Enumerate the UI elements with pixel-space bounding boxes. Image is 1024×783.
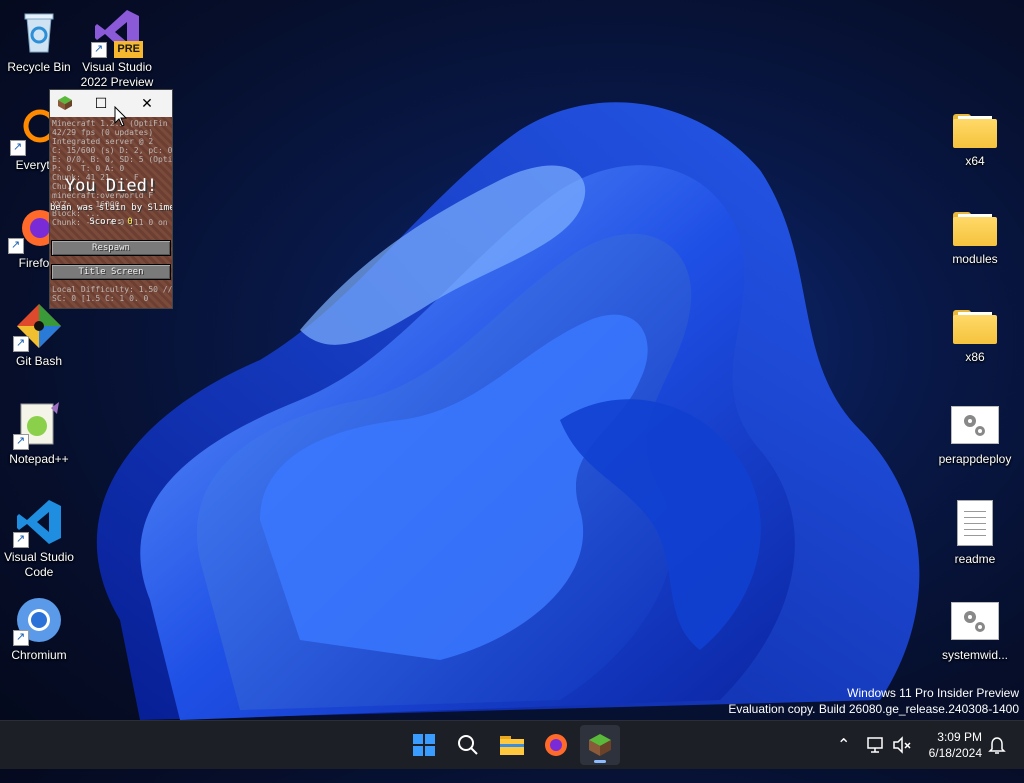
desktop-icon-x86[interactable]: x86 — [933, 302, 1017, 365]
start-button[interactable] — [404, 725, 444, 765]
active-indicator — [594, 760, 606, 763]
text-document-icon — [957, 500, 993, 546]
settings-file-icon — [951, 406, 999, 444]
mouse-cursor-icon — [114, 106, 128, 127]
file-explorer-icon — [500, 736, 524, 755]
shortcut-arrow-icon — [91, 42, 107, 58]
desktop-icon-notepad-plus-plus[interactable]: Notepad++ — [0, 400, 81, 467]
debug-line: E: 0/0, B: 0, SD: 5 (OptiF — [52, 155, 173, 164]
shortcut-arrow-icon — [8, 238, 24, 254]
search-icon — [458, 735, 478, 755]
desktop-icon-label: Notepad++ — [9, 452, 69, 466]
debug-line: SC: 0 [1.5 C: 1 0. 0 — [52, 294, 149, 303]
notifications-button[interactable] — [987, 735, 1007, 783]
folder-icon — [953, 310, 997, 344]
firefox-icon — [545, 734, 567, 756]
debug-footer: Local Difficulty: 1.50 // SC: 0 [1.5 C: … — [50, 283, 173, 305]
watermark-line1: Windows 11 Pro Insider Preview — [847, 686, 1019, 700]
death-title: You Died! — [64, 176, 158, 196]
close-button[interactable]: ✕ — [135, 94, 159, 114]
desktop-icon-perappdeploy[interactable]: perappdeploy — [933, 400, 1017, 467]
clock-time: 3:09 PM — [937, 730, 982, 744]
tray-chevron-button[interactable]: ⌃ — [837, 735, 850, 783]
chromium-icon — [13, 596, 63, 646]
git-bash-icon — [13, 302, 63, 352]
desktop-icon-systemwide[interactable]: systemwid... — [933, 596, 1017, 663]
score-text: Score: 0 — [50, 217, 172, 227]
folder-icon — [953, 212, 997, 246]
shortcut-arrow-icon — [13, 532, 29, 548]
debug-line: 42/29 fps (0 updates) — [52, 128, 154, 137]
desktop-icon-visual-studio-preview[interactable]: PRE Visual Studio 2022 Preview — [75, 8, 159, 90]
shortcut-arrow-icon — [10, 140, 26, 156]
recycle-bin-icon — [15, 8, 63, 56]
title-screen-button[interactable]: Title Screen — [51, 264, 171, 280]
desktop-icon-label: Git Bash — [15, 354, 63, 368]
start-icon — [413, 734, 435, 756]
maximize-button[interactable]: ☐ — [89, 94, 113, 114]
debug-line: Integrated server @ 2 — [52, 137, 154, 146]
desktop-icon-label: perappdeploy — [938, 452, 1012, 466]
minecraft-titlebar[interactable]: ☐ ✕ — [50, 90, 172, 117]
network-icon — [867, 737, 883, 753]
desktop-icon-modules[interactable]: modules — [933, 204, 1017, 267]
settings-file-icon — [951, 602, 999, 640]
respawn-button[interactable]: Respawn — [51, 240, 171, 256]
debug-line: C: 15/600 (s) D: 2, pC: 0 — [52, 146, 173, 155]
minecraft-death-screen: Minecraft 1.2.5 (OptiFin 42/29 fps (0 up… — [50, 117, 172, 308]
search-button[interactable] — [448, 725, 488, 765]
clock[interactable]: 3:09 PM 6/18/2024 — [929, 729, 982, 761]
volume-muted-icon — [893, 736, 911, 754]
desktop-icon-label: modules — [952, 252, 998, 266]
firefox-taskbar-button[interactable] — [536, 725, 576, 765]
file-explorer-button[interactable] — [492, 725, 532, 765]
watermark-line2: Evaluation copy. Build 26080.ge_release.… — [728, 702, 1019, 716]
minecraft-app-icon — [58, 96, 72, 110]
taskbar: ⌃ 3:09 PM 6/18/2024 — [0, 720, 1024, 769]
desktop-icon-x64[interactable]: x64 — [933, 106, 1017, 169]
minecraft-window[interactable]: ☐ ✕ Minecraft 1.2.5 (OptiFin 42/29 fps (… — [49, 89, 173, 309]
desktop-icon-git-bash[interactable]: Git Bash — [0, 302, 81, 369]
desktop-icon-label: Recycle Bin — [7, 60, 71, 74]
minecraft-icon — [589, 734, 611, 756]
score-value: 0 — [127, 217, 133, 227]
volume-button[interactable] — [892, 735, 912, 783]
bell-icon — [988, 737, 1006, 754]
desktop-icon-label: readme — [954, 552, 996, 566]
desktop-icon-label: Visual Studio 2022 Preview — [80, 60, 154, 89]
minecraft-taskbar-button[interactable] — [580, 725, 620, 765]
desktop-icon-label: systemwid... — [941, 648, 1008, 662]
desktop-icon-recycle-bin[interactable]: Recycle Bin — [0, 8, 81, 75]
desktop-icon-label: x86 — [965, 350, 985, 364]
debug-line: Minecraft 1.2.5 (OptiFin — [52, 119, 168, 128]
desktop-icon-chromium[interactable]: Chromium — [0, 596, 81, 663]
vscode-icon — [13, 498, 63, 548]
shortcut-arrow-icon — [13, 336, 29, 352]
debug-line: P: 0. T: 0 A: 0 — [52, 164, 125, 173]
desktop-icon-label: Chromium — [11, 648, 67, 662]
desktop-icon-label: x64 — [965, 154, 985, 168]
preview-badge: PRE — [114, 41, 143, 58]
evaluation-watermark: Windows 11 Pro Insider Preview Evaluatio… — [728, 685, 1019, 717]
notepad-plus-plus-icon — [13, 400, 63, 450]
network-button[interactable] — [866, 735, 886, 783]
folder-icon — [953, 114, 997, 148]
clock-date: 6/18/2024 — [928, 746, 982, 760]
shortcut-arrow-icon — [13, 630, 29, 646]
score-label: Score: — [89, 217, 128, 227]
desktop-icon-label: Visual Studio Code — [4, 550, 74, 579]
desktop-icon-vscode[interactable]: Visual Studio Code — [0, 498, 81, 580]
debug-line: Local Difficulty: 1.50 // — [52, 285, 173, 294]
desktop-icon-readme[interactable]: readme — [933, 498, 1017, 567]
shortcut-arrow-icon — [13, 434, 29, 450]
visual-studio-preview-icon: PRE — [91, 8, 143, 58]
death-message: bean was slain by Slime — [50, 203, 173, 213]
